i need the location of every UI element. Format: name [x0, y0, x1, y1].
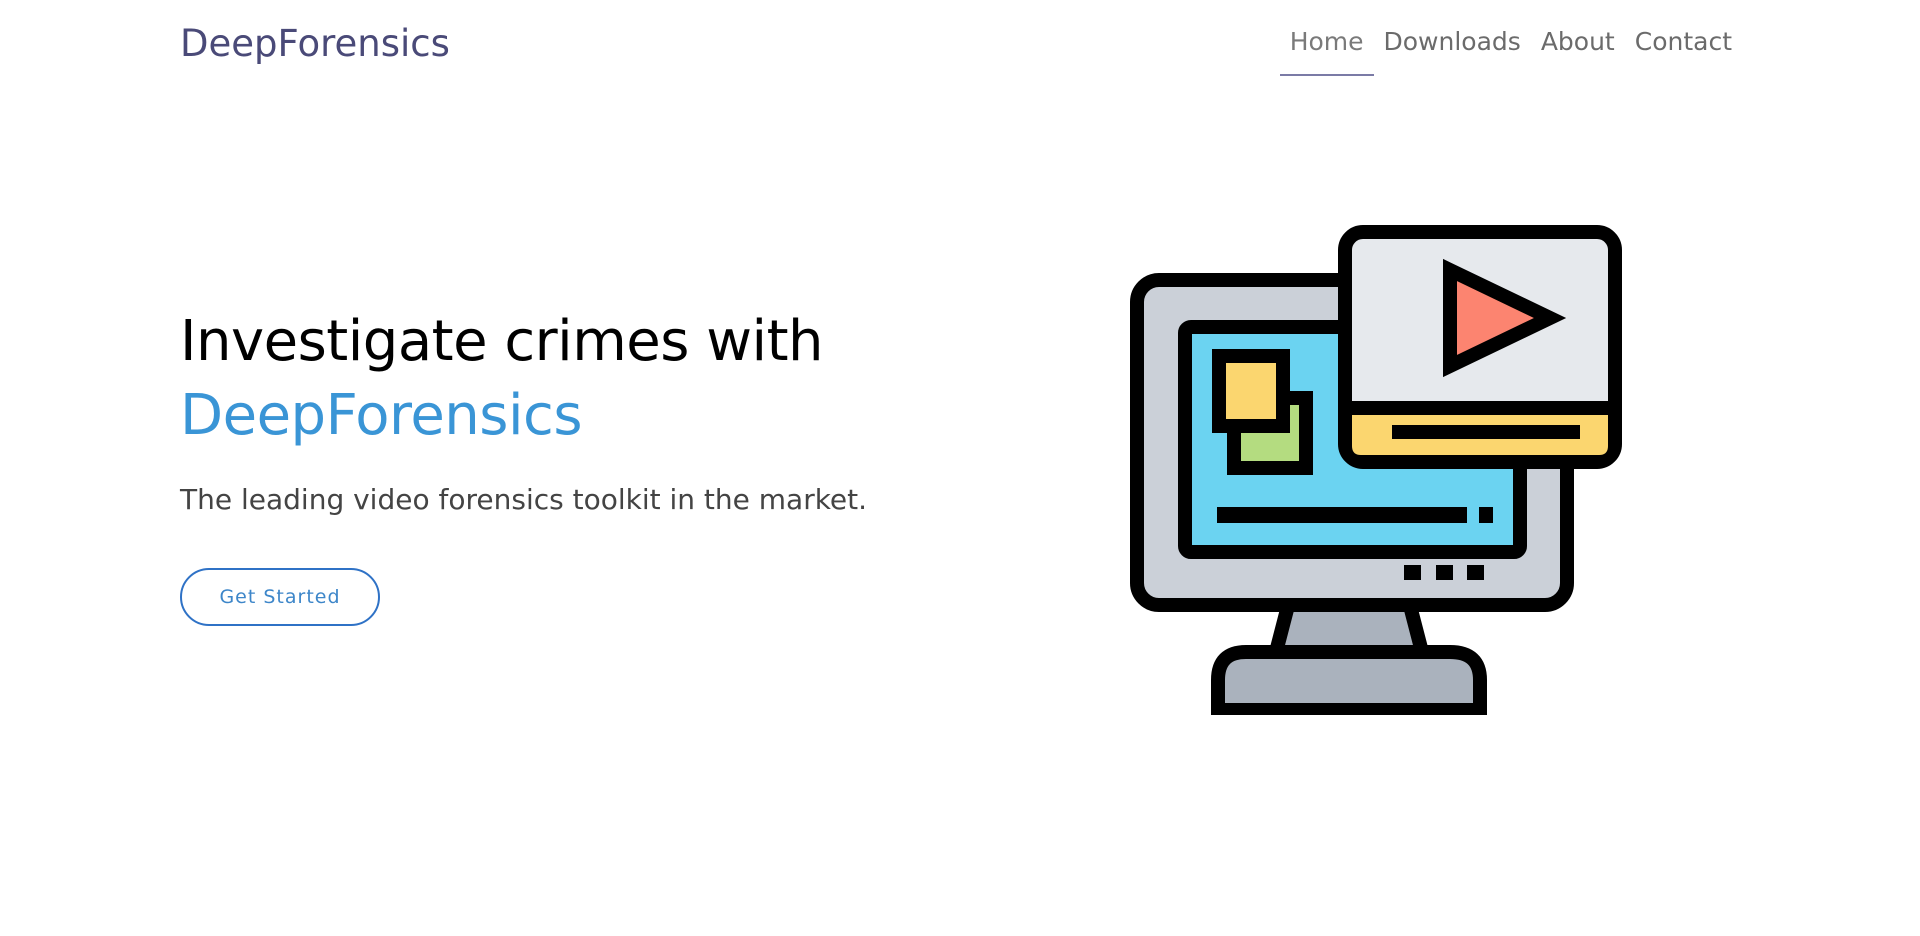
hero-headline-accent: DeepForensics: [180, 383, 583, 448]
hero-headline: Investigate crimes with DeepForensics: [180, 305, 824, 453]
main-nav: Home Downloads About Contact: [1279, 22, 1742, 76]
computer-video-player-icon: [1130, 225, 1622, 715]
brand-logo[interactable]: DeepForensics: [180, 20, 450, 68]
hero-subtitle: The leading video forensics toolkit in t…: [180, 483, 868, 516]
nav-item-downloads[interactable]: Downloads: [1374, 22, 1531, 76]
nav-item-home[interactable]: Home: [1279, 22, 1374, 76]
nav-item-about[interactable]: About: [1531, 22, 1625, 76]
hero-headline-text: Investigate crimes with: [180, 309, 824, 374]
get-started-button[interactable]: Get Started: [180, 568, 380, 626]
nav-item-contact[interactable]: Contact: [1625, 22, 1742, 76]
